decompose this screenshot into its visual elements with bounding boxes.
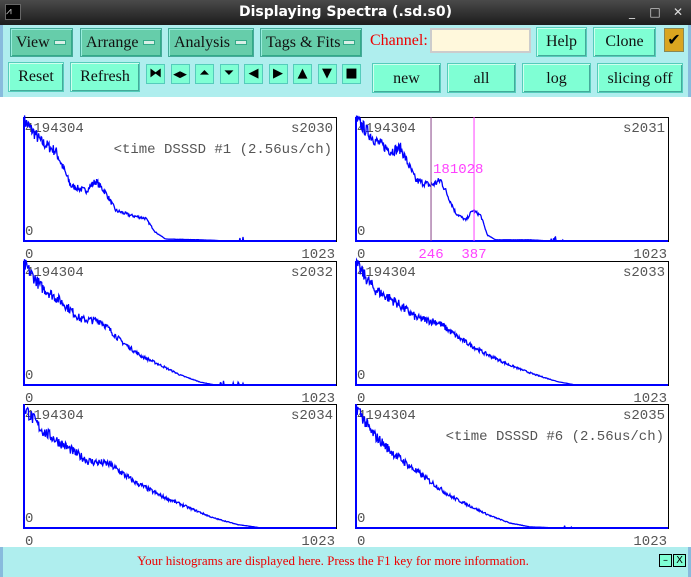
spectrum-plot-s2035	[355, 404, 668, 529]
status-minimize-button[interactable]: –	[659, 554, 672, 567]
status-bar: Your histograms are displayed here. Pres…	[0, 547, 691, 577]
status-close-button[interactable]: X	[673, 554, 686, 567]
status-text: Your histograms are displayed here. Pres…	[137, 553, 529, 568]
spectrum-trace	[355, 405, 668, 529]
